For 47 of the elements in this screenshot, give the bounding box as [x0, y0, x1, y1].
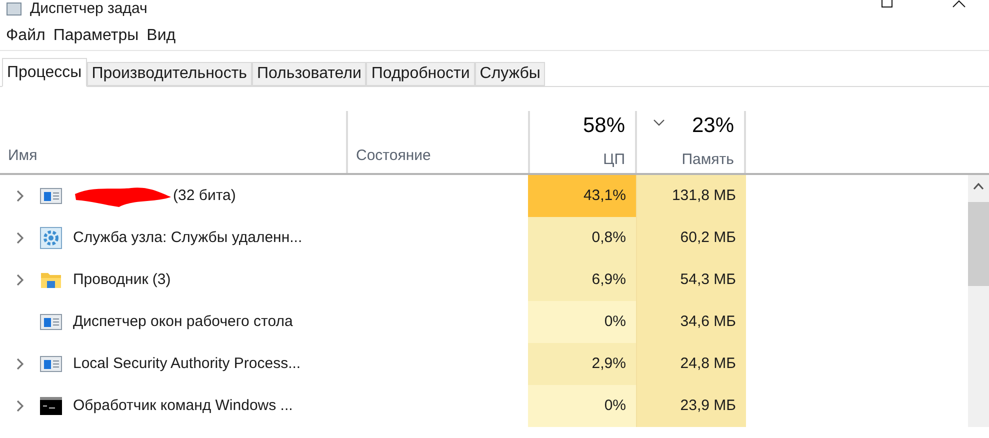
process-name: Диспетчер окон рабочего стола [73, 312, 293, 332]
process-name: (32 бита) [173, 186, 236, 206]
memory-cell: 131,8 МБ [637, 175, 746, 217]
column-header[interactable]: Имя [8, 144, 38, 167]
memory-cell: 24,8 МБ [637, 343, 746, 385]
cpu-cell: 6,9% [528, 259, 637, 301]
tab[interactable]: Пользователи [252, 62, 366, 86]
console-icon [40, 397, 62, 415]
column-header[interactable]: 23% Память [637, 111, 746, 173]
menu-item[interactable]: Файл [4, 24, 48, 48]
memory-cell: 34,6 МБ [637, 301, 746, 343]
cpu-cell: 0% [528, 301, 637, 343]
expand-chevron-icon[interactable] [16, 274, 24, 286]
expand-chevron-icon[interactable] [16, 358, 24, 370]
process-name: Служба узла: Службы удаленн... [73, 228, 302, 248]
process-name: Обработчик команд Windows ... [73, 396, 293, 416]
tab[interactable]: Производительность [86, 62, 252, 86]
window-title: Диспетчер задач [30, 0, 148, 17]
memory-cell: 54,3 МБ [637, 259, 746, 301]
expand-chevron-icon[interactable] [16, 400, 24, 412]
process-name: Проводник (3) [73, 270, 171, 290]
window-icon [40, 355, 62, 373]
scrollbar[interactable] [968, 175, 989, 427]
folder-icon [40, 270, 62, 290]
cpu-cell: 2,9% [528, 343, 637, 385]
scrollbar-thumb[interactable] [968, 202, 989, 286]
cpu-cell: 43,1% [528, 175, 637, 217]
cpu-cell: 0% [528, 385, 637, 427]
tab[interactable]: Подробности [366, 62, 475, 86]
scroll-up-icon[interactable] [973, 183, 984, 190]
gear-icon [40, 227, 62, 249]
memory-cell: 23,9 МБ [637, 385, 746, 427]
menu-item[interactable]: Вид [144, 24, 178, 48]
expand-chevron-icon[interactable] [16, 232, 24, 244]
menu-item[interactable]: Параметры [51, 24, 141, 48]
cpu-cell: 0,8% [528, 217, 637, 259]
memory-cell: 60,2 МБ [637, 217, 746, 259]
window-icon [40, 187, 62, 205]
maximize-icon[interactable] [881, 0, 893, 8]
column-header[interactable]: Состояние [356, 144, 431, 167]
tab[interactable]: Службы [474, 62, 546, 86]
app-icon [6, 2, 22, 16]
process-name: Local Security Authority Process... [73, 354, 301, 374]
column-header[interactable]: 58% ЦП [528, 111, 637, 173]
tab[interactable]: Процессы [2, 58, 87, 87]
expand-chevron-icon[interactable] [16, 190, 24, 202]
window-icon [40, 313, 62, 331]
